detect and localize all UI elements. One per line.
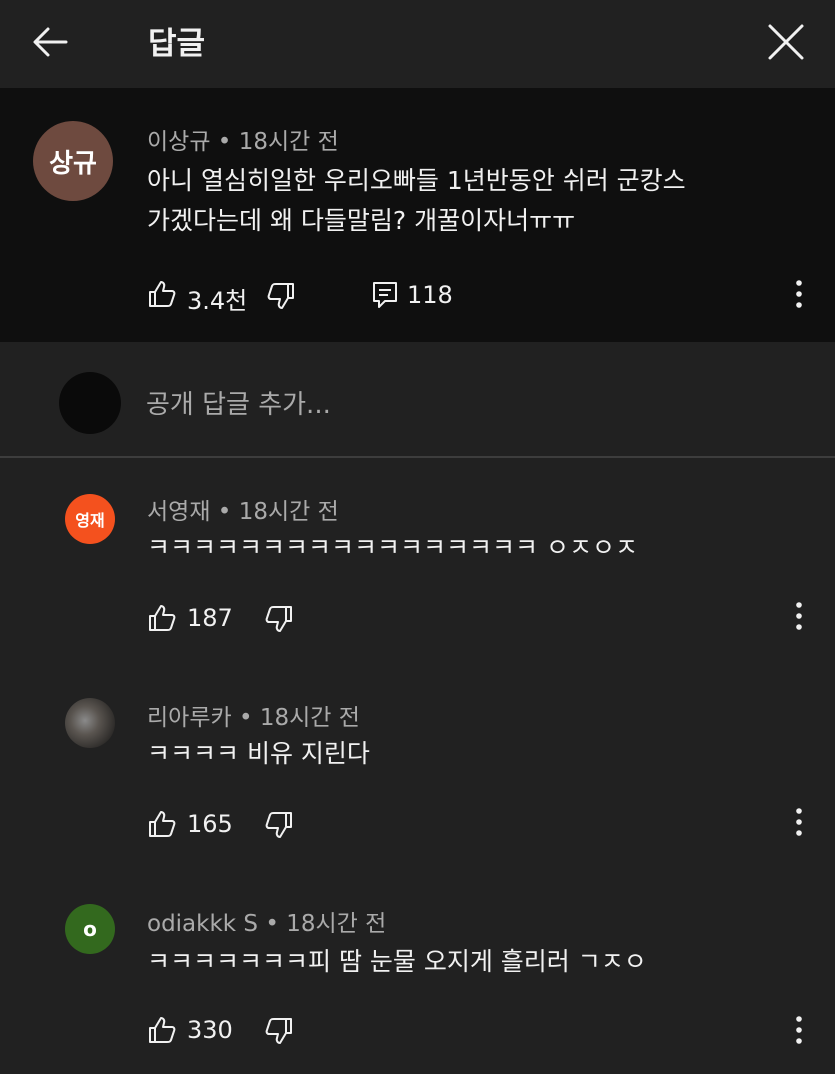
comment-text: 아니 열심히일한 우리오빠들 1년반동안 쉬러 군캉스 가겠다는데 왜 다들말림…	[147, 161, 686, 241]
comment-meta: 서영재 • 18시간 전	[147, 492, 339, 526]
comment-author[interactable]: 이상규	[147, 129, 210, 155]
reply-input-bar: 공개 답글 추가...	[0, 342, 835, 458]
arrow-left-icon[interactable]	[28, 20, 72, 64]
comment-time: 18시간 전	[238, 499, 339, 525]
comment-time: 18시간 전	[286, 911, 387, 937]
more-vert-icon[interactable]	[789, 276, 809, 312]
meta-separator: •	[238, 705, 253, 731]
comment-text: ㅋㅋㅋㅋㅋㅋㅋㅋㅋㅋㅋㅋㅋㅋㅋㅋㅋ ㅇㅈㅇㅈ	[147, 533, 638, 562]
comment-time: 18시간 전	[259, 705, 360, 731]
avatar[interactable]: o	[65, 904, 115, 954]
thumbs-up-icon[interactable]	[147, 279, 177, 309]
top-bar: 답글	[0, 0, 835, 88]
close-icon[interactable]	[764, 20, 808, 64]
comment-text: ㅋㅋㅋㅋㅋㅋㅋ피 땀 눈물 오지게 흘리러 ㄱㅈㅇ	[147, 947, 647, 976]
avatar[interactable]	[65, 698, 115, 748]
like-count: 330	[187, 1016, 233, 1044]
page-title: 답글	[148, 26, 206, 62]
thumbs-down-icon[interactable]	[264, 1016, 294, 1046]
reply-icon[interactable]	[370, 280, 400, 310]
avatar[interactable]: 영재	[65, 494, 115, 544]
avatar-initials: 영재	[75, 511, 105, 530]
comment-time: 18시간 전	[238, 129, 339, 155]
comment-text-line: 가겠다는데 왜 다들말림? 개꿀이자너ㅠㅠ	[147, 206, 576, 235]
comment-author[interactable]: odiakkk S	[147, 911, 258, 937]
like-count: 3.4천	[187, 287, 248, 315]
more-vert-icon[interactable]	[789, 598, 809, 634]
reply-input[interactable]: 공개 답글 추가...	[146, 384, 331, 421]
meta-separator: •	[217, 499, 232, 525]
comment-meta: 리아루카 • 18시간 전	[147, 698, 360, 732]
comment-meta: odiakkk S • 18시간 전	[147, 904, 386, 938]
meta-separator: •	[265, 911, 279, 937]
user-avatar	[59, 372, 121, 434]
avatar-initials: 상규	[49, 148, 97, 179]
comment-text-line: 아니 열심히일한 우리오빠들 1년반동안 쉬러 군캉스	[147, 166, 686, 195]
comment-text: ㅋㅋㅋㅋ 비유 지린다	[147, 739, 370, 768]
reply-count: 118	[407, 281, 453, 309]
like-count: 187	[187, 604, 233, 632]
thumbs-down-icon[interactable]	[264, 810, 294, 840]
avatar-initials: o	[83, 917, 97, 941]
thumbs-up-icon[interactable]	[147, 603, 177, 633]
thumbs-up-icon[interactable]	[147, 809, 177, 839]
like-count: 165	[187, 810, 233, 838]
more-vert-icon[interactable]	[789, 804, 809, 840]
meta-separator: •	[217, 129, 232, 155]
avatar[interactable]: 상규	[33, 121, 113, 201]
comment-meta: 이상규 • 18시간 전	[147, 122, 339, 156]
thumbs-down-icon[interactable]	[266, 281, 296, 311]
thumbs-down-icon[interactable]	[264, 604, 294, 634]
comment-author[interactable]: 리아루카	[147, 705, 232, 731]
thumbs-up-icon[interactable]	[147, 1015, 177, 1045]
parent-comment: 상규 이상규 • 18시간 전 아니 열심히일한 우리오빠들 1년반동안 쉬러 …	[0, 88, 835, 342]
more-vert-icon[interactable]	[789, 1012, 809, 1048]
comment-author[interactable]: 서영재	[147, 499, 210, 525]
